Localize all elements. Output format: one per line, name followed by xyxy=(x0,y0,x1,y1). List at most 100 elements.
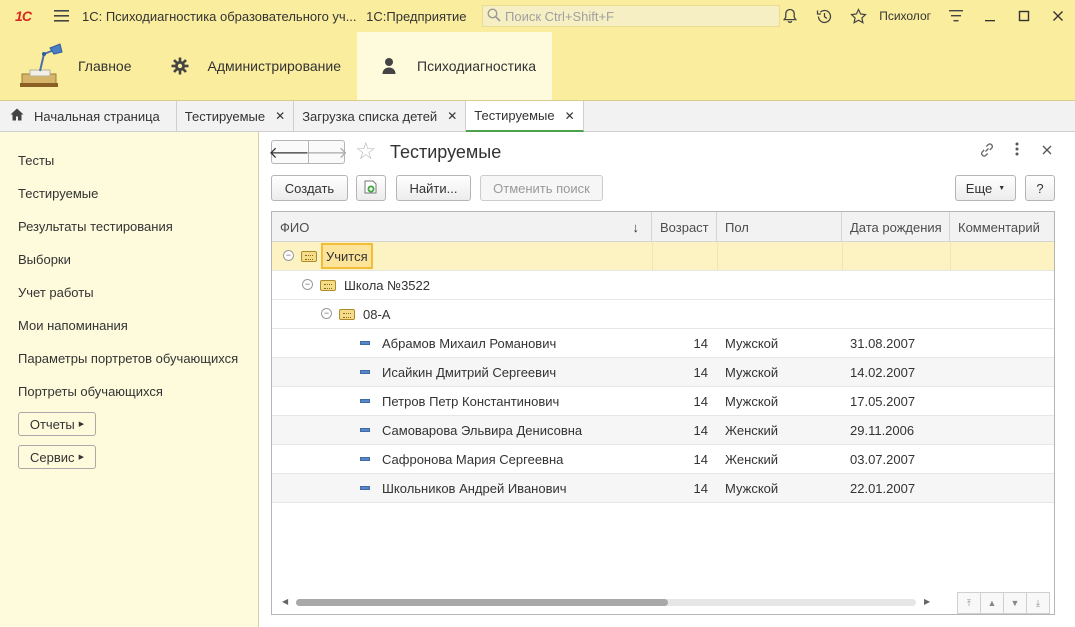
section-administration[interactable]: Администрирование xyxy=(148,32,358,100)
table-row[interactable]: Исайкин Дмитрий Сергеевич 14 Мужской 14.… xyxy=(272,358,1054,387)
nav-item-student-portraits[interactable]: Портреты обучающихся xyxy=(18,384,163,399)
column-header-fio[interactable]: ФИО ↓ xyxy=(272,212,652,242)
scroll-page-up-icon[interactable]: ▲ xyxy=(980,592,1004,614)
minimize-icon[interactable] xyxy=(973,0,1007,32)
nav-item-test-results[interactable]: Результаты тестирования xyxy=(18,219,173,234)
cell-age: 14 xyxy=(693,364,708,380)
scroll-to-last-icon[interactable]: ⤓ xyxy=(1026,592,1050,614)
settings-icon[interactable] xyxy=(939,0,973,32)
scroll-right-icon[interactable]: ▶ xyxy=(924,596,930,608)
group-label: Школа №3522 xyxy=(344,277,430,293)
section-label: Администрирование xyxy=(207,58,342,74)
section-label: Психодиагностика xyxy=(417,58,537,74)
group-folder-icon xyxy=(320,280,336,291)
table-row[interactable]: Сафронова Мария Сергеевна 14 Женский 03.… xyxy=(272,445,1054,474)
reports-menu-button[interactable]: Отчеты ▶ xyxy=(18,412,96,436)
back-arrow-icon[interactable]: 🡐 xyxy=(269,141,312,163)
group-folder-icon xyxy=(339,309,355,320)
item-icon xyxy=(360,370,370,374)
tab-close-icon[interactable]: ✕ xyxy=(447,109,457,123)
item-icon xyxy=(360,428,370,432)
create-group-button[interactable] xyxy=(356,175,386,201)
section-navigation-panel: Тесты Тестируемые Результаты тестировани… xyxy=(0,132,259,627)
favorite-star-icon[interactable]: ☆ xyxy=(355,139,377,165)
cancel-search-button[interactable]: Отменить поиск xyxy=(480,175,603,201)
history-navigation: 🡐 🡒 xyxy=(269,140,348,164)
horizontal-scrollbar[interactable]: ◀ ▶ xyxy=(282,596,934,608)
item-icon xyxy=(360,486,370,490)
tab-testees-active[interactable]: Тестируемые ✕ xyxy=(466,101,584,132)
column-header-gender[interactable]: Пол xyxy=(717,212,842,242)
column-divider xyxy=(950,242,951,270)
star-icon[interactable] xyxy=(841,0,875,32)
scroll-left-icon[interactable]: ◀ xyxy=(282,596,288,608)
link-icon[interactable] xyxy=(977,142,997,162)
tab-label: Тестируемые xyxy=(474,108,555,123)
table-row[interactable]: Школьников Андрей Иванович 14 Мужской 22… xyxy=(272,474,1054,503)
column-header-comment[interactable]: Комментарий xyxy=(950,212,1054,242)
more-actions-button[interactable]: Еще ▼ xyxy=(955,175,1016,201)
cell-gender: Мужской xyxy=(725,480,779,496)
search-input[interactable] xyxy=(505,8,775,24)
cell-fio: Абрамов Михаил Романович xyxy=(382,335,557,351)
create-button[interactable]: Создать xyxy=(271,175,348,201)
cell-gender: Мужской xyxy=(725,393,779,409)
nav-item-samples[interactable]: Выборки xyxy=(18,252,71,267)
tab-testees[interactable]: Тестируемые ✕ xyxy=(176,101,295,131)
history-icon[interactable] xyxy=(807,0,841,32)
scroll-thumb[interactable] xyxy=(296,599,668,606)
maximize-icon[interactable] xyxy=(1007,0,1041,32)
form-close-icon[interactable] xyxy=(1037,142,1057,159)
section-main[interactable]: Главное xyxy=(0,32,148,100)
menu-icon[interactable] xyxy=(46,0,78,32)
tab-home-page[interactable]: Начальная страница xyxy=(0,101,177,131)
1c-logo[interactable]: 1C xyxy=(0,0,46,32)
sections-panel: Главное Администрирование Психодиагности… xyxy=(0,32,1075,101)
add-folder-icon xyxy=(363,179,379,198)
group-cell: Учится xyxy=(321,242,373,270)
tab-close-icon[interactable]: ✕ xyxy=(565,109,575,123)
cell-birth-date: 14.02.2007 xyxy=(850,364,916,380)
nav-item-portrait-parameters[interactable]: Параметры портретов обучающихся xyxy=(18,351,238,366)
chevron-down-icon: ▼ xyxy=(998,184,1006,192)
forward-arrow-icon[interactable]: 🡒 xyxy=(305,141,348,163)
help-button[interactable]: ? xyxy=(1025,175,1055,201)
collapse-icon[interactable]: − xyxy=(302,279,313,290)
cell-fio: Исайкин Дмитрий Сергеевич xyxy=(382,364,557,380)
current-user[interactable]: Психолог xyxy=(879,9,931,23)
scroll-to-first-icon[interactable]: ⤒ xyxy=(957,592,981,614)
collapse-icon[interactable]: − xyxy=(283,250,294,261)
nav-item-work-log[interactable]: Учет работы xyxy=(18,285,94,300)
cell-birth-date: 29.11.2006 xyxy=(850,422,915,438)
table-row[interactable]: Самоварова Эльвира Денисовна 14 Женский … xyxy=(272,416,1054,445)
close-icon[interactable] xyxy=(1041,0,1075,32)
section-psychodiagnostics[interactable]: Психодиагностика xyxy=(357,32,553,100)
gear-icon xyxy=(164,50,196,82)
column-header-age[interactable]: Возраст xyxy=(652,212,717,242)
table-row[interactable]: Петров Петр Константинович 14 Мужской 17… xyxy=(272,387,1054,416)
tab-load-children-list[interactable]: Загрузка списка детей ✕ xyxy=(294,101,467,131)
nav-item-tests[interactable]: Тесты xyxy=(18,153,54,168)
sort-arrow-down-icon: ↓ xyxy=(632,219,640,235)
column-header-birth-date[interactable]: Дата рождения xyxy=(842,212,950,242)
find-button[interactable]: Найти... xyxy=(396,175,471,201)
service-menu-button[interactable]: Сервис ▶ xyxy=(18,445,96,469)
cell-fio: Петров Петр Константинович xyxy=(382,393,560,409)
cell-age: 14 xyxy=(693,393,708,409)
scroll-page-down-icon[interactable]: ▼ xyxy=(1003,592,1027,614)
nav-item-reminders[interactable]: Мои напоминания xyxy=(18,318,128,333)
more-vertical-icon[interactable] xyxy=(1007,142,1027,160)
button-label: Еще xyxy=(965,180,993,196)
table-row[interactable]: Абрамов Михаил Романович 14 Мужской 31.0… xyxy=(272,329,1054,358)
cell-age: 14 xyxy=(693,335,708,351)
bell-icon[interactable] xyxy=(773,0,807,32)
tab-close-icon[interactable]: ✕ xyxy=(275,109,285,123)
search-icon xyxy=(487,7,501,25)
table-row-group[interactable]: − Школа №3522 xyxy=(272,271,1054,300)
table-row-group[interactable]: − Учится xyxy=(272,242,1054,271)
testees-table[interactable]: ФИО ↓ Возраст Пол Дата рождения Коммента… xyxy=(271,211,1055,615)
collapse-icon[interactable]: − xyxy=(321,308,332,319)
global-search[interactable] xyxy=(482,5,780,27)
table-row-group[interactable]: − 08-А xyxy=(272,300,1054,329)
nav-item-testees[interactable]: Тестируемые xyxy=(18,186,98,201)
